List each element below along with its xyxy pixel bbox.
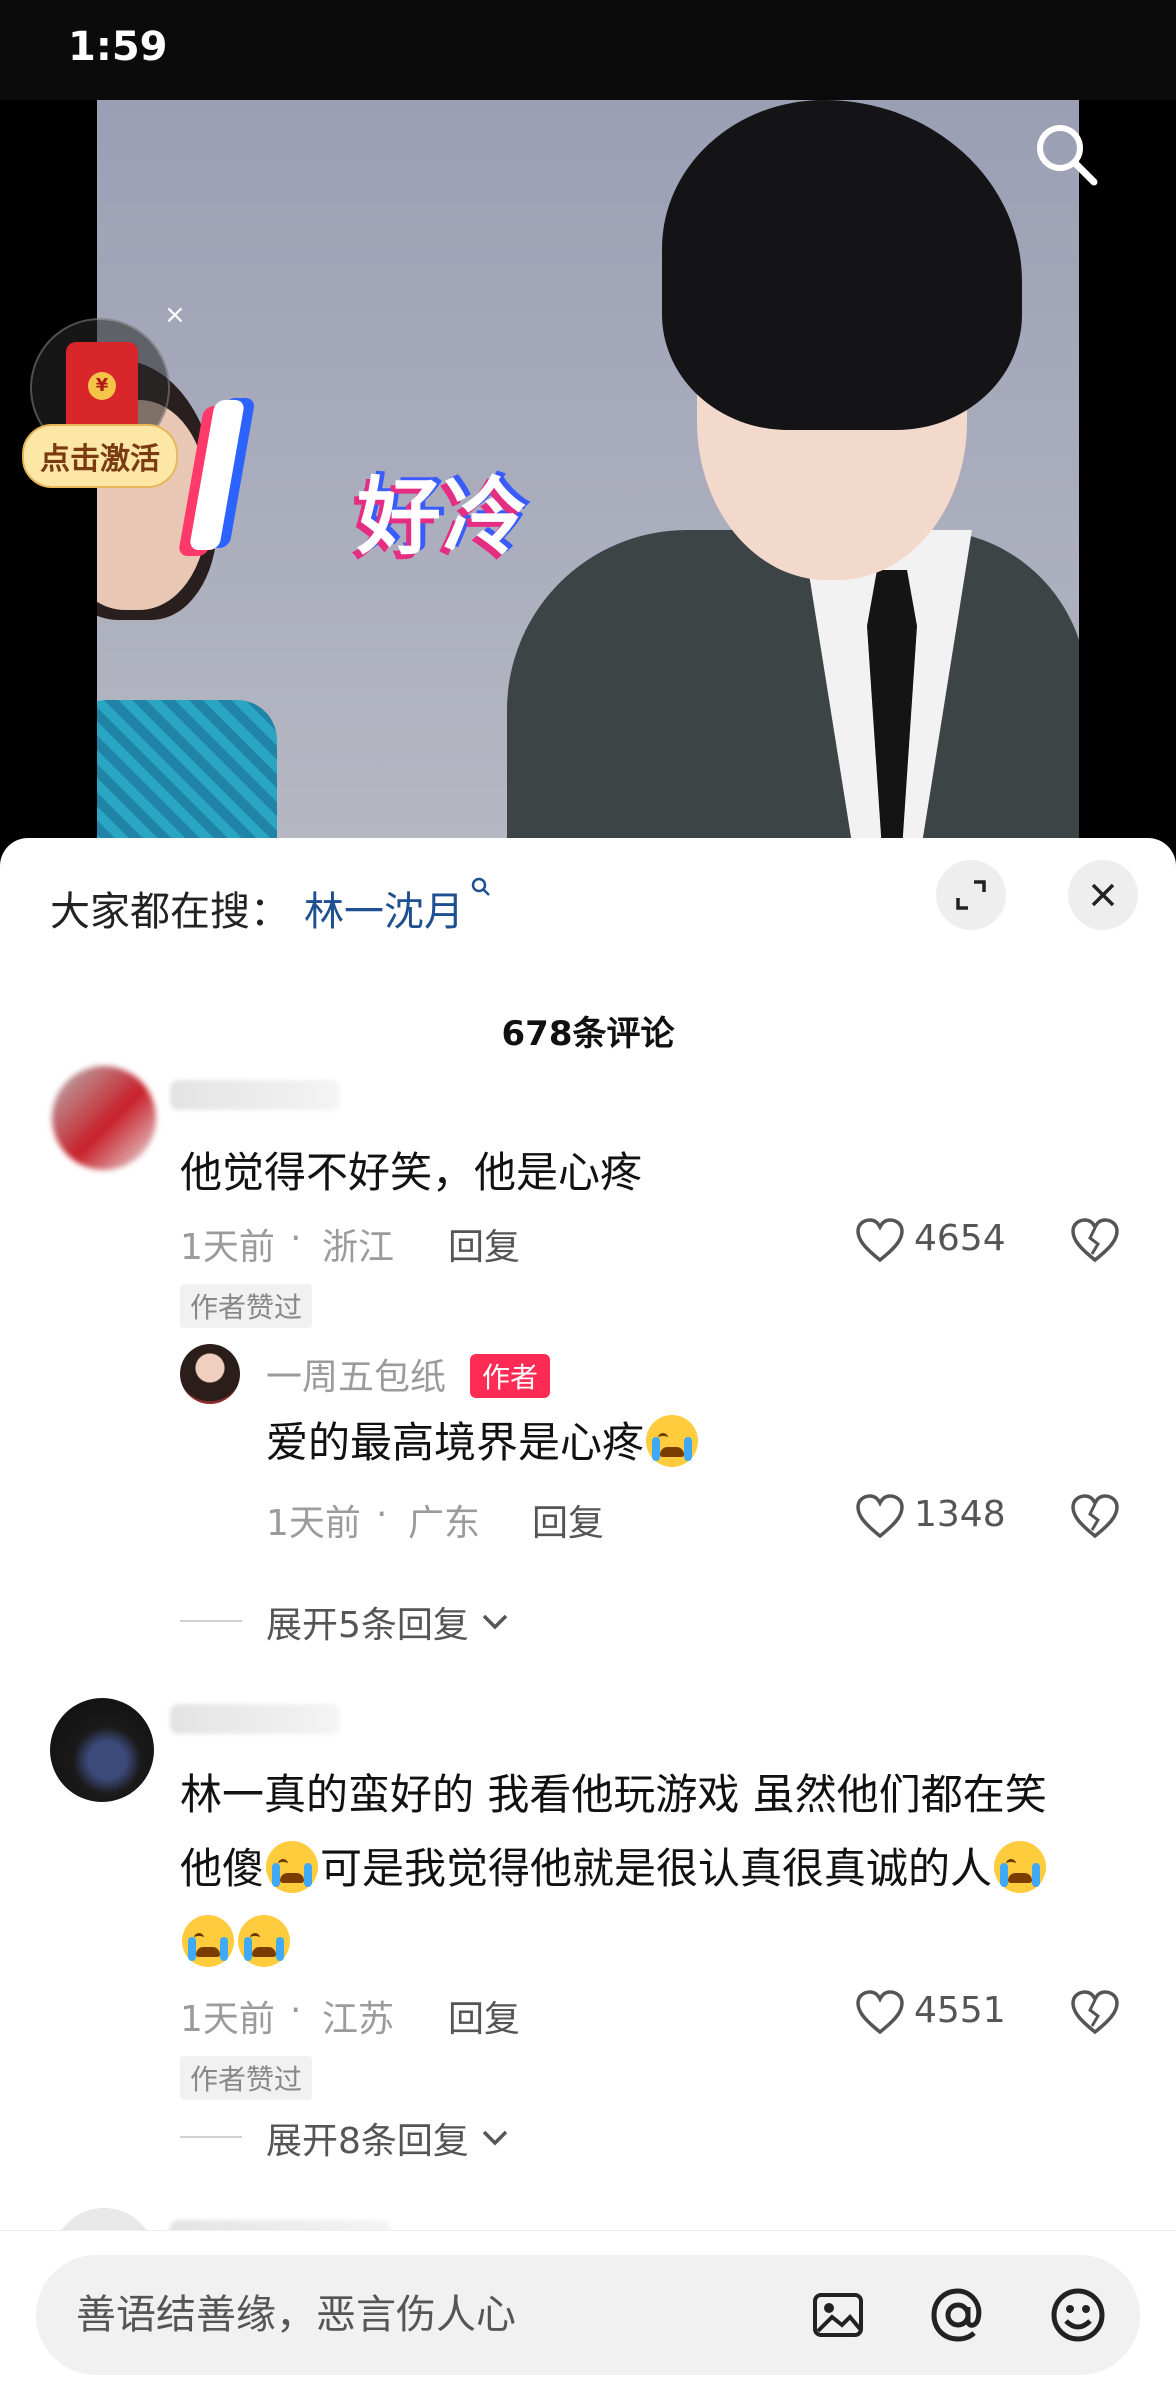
reply-button[interactable]: 回复 [532, 1494, 604, 1546]
comment-sheet: 大家都在搜： 林一沈月 678条评论 他觉得不好笑，他是心疼 1天前 · 浙江 … [0, 838, 1176, 2400]
coin-icon: ¥ [88, 372, 116, 400]
tear [272, 1863, 281, 1887]
like-count: 4551 [914, 1990, 1006, 2031]
reply-avatar[interactable] [180, 1344, 240, 1404]
expand-replies-button[interactable]: 展开8条回复 [266, 2112, 511, 2164]
crying-emoji-icon [238, 1915, 290, 1967]
author-liked-badge: 作者赞过 [180, 2056, 313, 2100]
reply-username[interactable]: 一周五包纸 [266, 1348, 446, 1400]
comment-location: 浙江 [322, 1227, 395, 1268]
tear [304, 1863, 313, 1887]
blurred-username[interactable] [170, 1080, 340, 1110]
comment-location: 江苏 [322, 1999, 395, 2040]
comment-line [180, 1906, 1130, 1980]
expand-replies-label: 展开5条回复 [266, 1605, 469, 1646]
like-heart-icon[interactable] [855, 1990, 905, 2036]
reply-time: 1天前 [266, 1503, 361, 1544]
like-heart-icon[interactable] [855, 1218, 905, 1264]
man-hair [662, 100, 1022, 430]
tear [684, 1437, 693, 1461]
app-screen: 1:59 好冷 ¥ × 点击激活 大家都在搜： 林一沈月 678条评论 他觉得不… [0, 0, 1176, 2400]
expand-replies-label: 展开8条回复 [266, 2121, 469, 2162]
search-icon [471, 877, 490, 896]
avatar[interactable] [50, 1698, 154, 1802]
chevron-down-icon [482, 1614, 508, 1630]
comment-line: 他傻 可是我觉得他就是很认真很真诚的人 [180, 1832, 1130, 1906]
smiley-icon [1051, 2288, 1105, 2342]
chevron-down-icon [482, 2130, 508, 2146]
man-suit [507, 530, 1079, 840]
crying-emoji-icon [994, 1841, 1047, 1893]
comment-separator: · [290, 1218, 302, 1259]
like-count: 4654 [914, 1218, 1006, 1259]
like-count: 1348 [914, 1494, 1006, 1535]
image-icon [813, 2293, 863, 2337]
trending-search[interactable]: 大家都在搜： 林一沈月 [50, 868, 492, 948]
blurred-username[interactable] [170, 1704, 340, 1734]
comment-line: 林一真的蛮好的 我看他玩游戏 虽然他们都在笑 [180, 1770, 1047, 1819]
tear [276, 1937, 284, 1961]
red-packet-close-icon[interactable]: × [164, 300, 186, 330]
video-caption: 好冷 [357, 468, 530, 566]
expand-icon [956, 880, 986, 910]
expand-divider [180, 2136, 242, 2138]
status-time: 1:59 [68, 24, 168, 70]
close-icon [1091, 883, 1115, 907]
tear [652, 1437, 661, 1461]
comment-count: 678条评论 [501, 1014, 675, 1054]
crying-emoji-icon [266, 1841, 319, 1893]
tear [220, 1937, 228, 1961]
comment-input-bar [0, 2230, 1176, 2400]
tear [1000, 1863, 1009, 1887]
mention-button[interactable] [926, 2283, 990, 2347]
dislike-icon[interactable] [1070, 1218, 1120, 1264]
comment-time: 1天前 [180, 1227, 275, 1268]
expand-replies-button[interactable]: 展开5条回复 [266, 1596, 511, 1648]
fullscreen-button[interactable] [936, 860, 1006, 930]
reply-button[interactable]: 回复 [448, 1218, 520, 1270]
tear [244, 1937, 252, 1961]
author-liked-badge: 作者赞过 [180, 1284, 313, 1328]
image-button[interactable] [806, 2283, 870, 2347]
author-tag: 作者 [470, 1354, 551, 1398]
comment-text: 林一真的蛮好的 我看他玩游戏 虽然他们都在笑 他傻 可是我觉得他就是很认真很真诚的… [180, 1758, 1130, 1980]
tear [188, 1937, 196, 1961]
red-packet-label[interactable]: 点击激活 [22, 424, 178, 488]
video-player[interactable]: 好冷 [97, 100, 1079, 840]
trending-search-term[interactable]: 林一沈月 [304, 879, 464, 937]
like-heart-icon[interactable] [855, 1494, 905, 1540]
comment-fragment: 可是我觉得他就是很认真很真诚的人 [320, 1844, 993, 1893]
close-button[interactable] [1068, 860, 1138, 930]
tear [1032, 1863, 1041, 1887]
comment-text: 他觉得不好笑，他是心疼 [180, 1148, 643, 1197]
crying-emoji-icon [182, 1915, 234, 1967]
reply-text: 爱的最高境界是心疼 [266, 1406, 1146, 1480]
avatar[interactable] [52, 1066, 156, 1170]
reply-separator: · [376, 1494, 388, 1535]
reply-location: 广东 [408, 1503, 481, 1544]
comment-time: 1天前 [180, 1999, 275, 2040]
video-search-icon[interactable] [1032, 120, 1102, 190]
crying-emoji-icon [646, 1415, 699, 1467]
comment-fragment: 他傻 [180, 1844, 265, 1893]
dislike-icon[interactable] [1070, 1990, 1120, 2036]
at-sign-icon [931, 2288, 982, 2342]
trending-search-label: 大家都在搜： [50, 889, 290, 935]
comment-input-container[interactable] [36, 2255, 1140, 2375]
dislike-icon[interactable] [1070, 1494, 1120, 1540]
comment-separator: · [290, 1990, 302, 2031]
reply-button[interactable]: 回复 [448, 1990, 520, 2042]
comment-input[interactable] [76, 2285, 776, 2345]
person-shirt [97, 700, 277, 840]
red-envelope-icon: ¥ [66, 342, 138, 434]
status-bar: 1:59 [0, 0, 1176, 100]
reply-text-content: 爱的最高境界是心疼 [266, 1418, 645, 1467]
emoji-button[interactable] [1046, 2283, 1110, 2347]
expand-divider [180, 1620, 242, 1622]
